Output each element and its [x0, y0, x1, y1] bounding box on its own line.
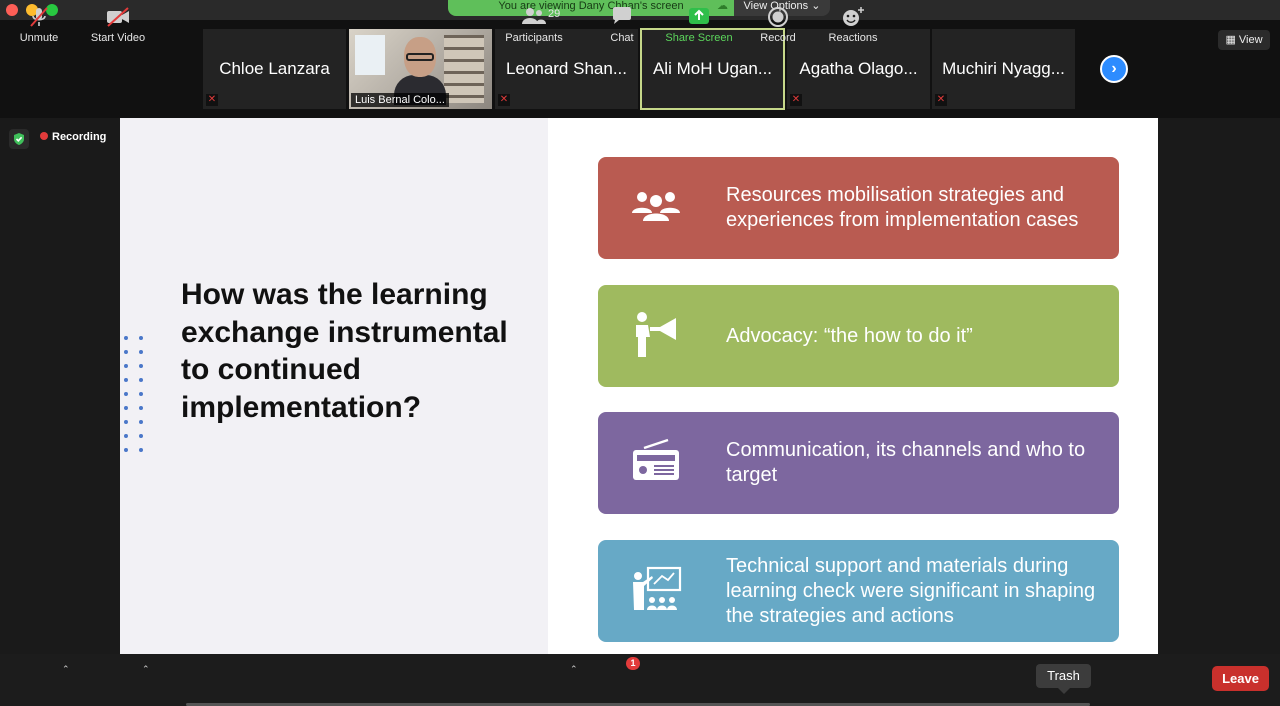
muted-mic-icon: ✕ [498, 94, 510, 106]
slide-card-advocacy: Advocacy: “the how to do it” [598, 285, 1119, 387]
participant-name: Leonard Shan... [506, 59, 627, 78]
muted-mic-icon: ✕ [206, 94, 218, 106]
participants-caret-icon[interactable]: ⌃ [570, 664, 578, 675]
grid-view-icon: ▦ [1225, 34, 1236, 46]
card-text: Technical support and materials during l… [726, 554, 1096, 627]
recording-label: Recording [52, 131, 107, 143]
participant-name: Ali MoH Ugan... [652, 59, 773, 78]
reactions-label: Reactions [828, 32, 878, 44]
card-text: Advocacy: “the how to do it” [726, 324, 973, 347]
chat-unread-badge: 1 [626, 657, 640, 670]
chevron-down-icon: ⌄ [811, 0, 821, 12]
video-background-shelf [444, 35, 484, 103]
reactions-button[interactable]: Reactions [824, 6, 882, 44]
trash-tooltip: Trash [1036, 664, 1091, 694]
record-label: Record [760, 32, 796, 44]
audio-options-caret-icon[interactable]: ⌃ [62, 664, 70, 675]
start-video-label: Start Video [90, 32, 146, 44]
participant-video-tile[interactable]: Luis Bernal Colo... [349, 29, 492, 109]
video-off-icon [86, 6, 150, 28]
participants-icon [522, 8, 546, 29]
presentation-icon [628, 562, 684, 618]
security-shield-icon[interactable] [9, 129, 29, 149]
share-screen-label: Share Screen [665, 32, 733, 44]
slide-card-resources: Resources mobilisation strategies and ex… [598, 157, 1119, 259]
shared-slide: How was the learning exchange instrument… [120, 118, 1158, 654]
video-background-window [355, 35, 385, 75]
leave-button[interactable]: Leave [1212, 666, 1269, 691]
participant-name: Luis Bernal Colo... [351, 93, 449, 107]
recording-dot-icon [40, 132, 48, 140]
share-screen-button[interactable]: Share Screen [662, 6, 736, 44]
participants-button[interactable]: 29 Participants [500, 6, 568, 44]
start-video-button[interactable]: Start Video [86, 6, 150, 44]
view-button[interactable]: ▦ View [1218, 30, 1270, 50]
chat-icon [604, 6, 640, 28]
decorative-dots [124, 336, 146, 454]
share-screen-icon [662, 6, 736, 28]
chat-label: Chat [610, 32, 634, 44]
view-button-label: View [1238, 34, 1263, 46]
participants-count: 29 [548, 8, 561, 20]
reactions-smiley-icon [824, 6, 882, 28]
group-icon [628, 179, 684, 235]
mic-muted-icon [15, 6, 63, 28]
card-text: Resources mobilisation strategies and ex… [726, 184, 1079, 231]
participant-name: Agatha Olago... [799, 59, 918, 78]
megaphone-icon [628, 307, 684, 363]
video-options-caret-icon[interactable]: ⌃ [142, 664, 150, 675]
chevron-right-icon: › [1111, 60, 1117, 77]
card-text: Communication, its channels and who to t… [726, 439, 1086, 486]
slide-left-panel: How was the learning exchange instrument… [120, 118, 548, 654]
radio-icon [628, 434, 684, 490]
slide-card-technical-support: Technical support and materials during l… [598, 540, 1119, 642]
next-page-button[interactable]: › [1100, 55, 1128, 83]
muted-mic-icon: ✕ [790, 94, 802, 106]
participant-video-person [394, 37, 446, 105]
participant-name: Muchiri Nyagg... [942, 59, 1065, 78]
record-button[interactable]: Record [756, 6, 800, 44]
unmute-label: Unmute [19, 32, 59, 44]
record-icon [756, 6, 800, 28]
muted-mic-icon: ✕ [935, 94, 947, 106]
recording-indicator[interactable]: Recording [40, 131, 106, 143]
chat-button[interactable]: Chat [604, 6, 640, 44]
participant-tile[interactable]: Muchiri Nyagg... ✕ [932, 29, 1075, 109]
participant-tile[interactable]: Chloe Lanzara ✕ [203, 29, 346, 109]
unmute-button[interactable]: Unmute [15, 6, 63, 44]
slide-question: How was the learning exchange instrument… [181, 278, 508, 424]
participant-name: Chloe Lanzara [219, 59, 330, 78]
slide-card-communication: Communication, its channels and who to t… [598, 412, 1119, 514]
participants-label: Participants [505, 32, 563, 44]
